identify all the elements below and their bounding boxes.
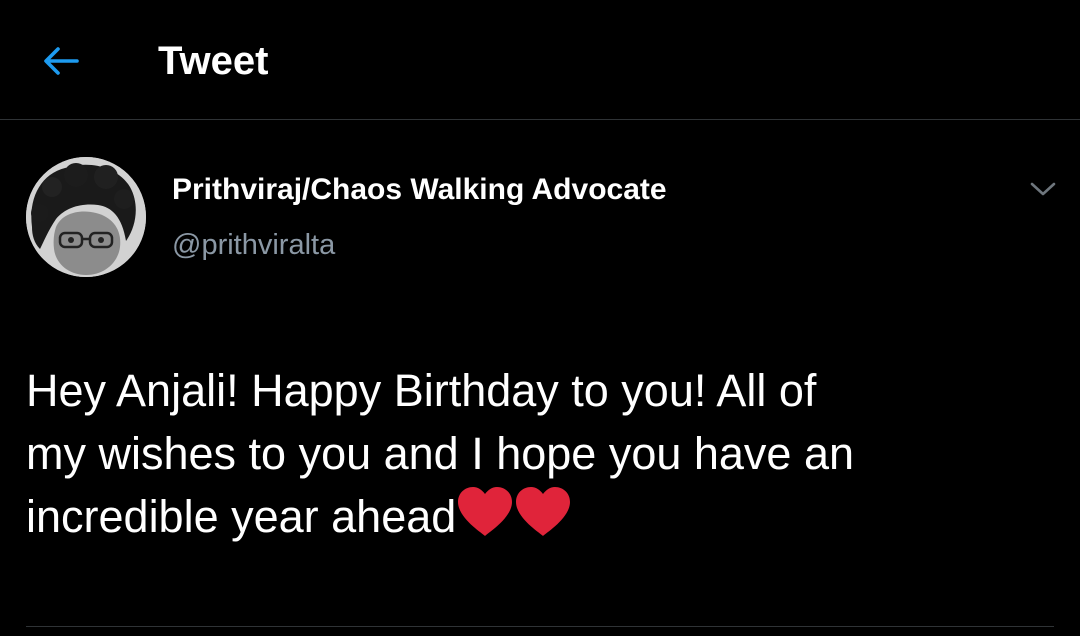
tweet-text-line: my wishes to you and I hope you have an xyxy=(26,428,855,479)
back-button[interactable] xyxy=(36,38,86,84)
red-heart-icon xyxy=(516,487,571,536)
author-display-name[interactable]: Prithviraj/Chaos Walking Advocate xyxy=(172,171,667,209)
top-bar: Tweet xyxy=(0,0,1080,120)
more-options-button[interactable] xyxy=(1020,171,1066,207)
tweet-card: Prithviraj/Chaos Walking Advocate @prith… xyxy=(0,121,1080,628)
chevron-down-icon xyxy=(1030,182,1056,196)
avatar-image xyxy=(26,157,146,277)
page-title: Tweet xyxy=(158,39,269,83)
tweet-text-line: incredible year ahead xyxy=(26,491,457,542)
tweet-text: Hey Anjali! Happy Birthday to you! All o… xyxy=(26,359,1036,548)
author-handle[interactable]: @prithviralta xyxy=(172,227,335,263)
tweet-text-line: Hey Anjali! Happy Birthday to you! All o… xyxy=(26,365,817,416)
avatar[interactable] xyxy=(26,157,146,277)
divider xyxy=(26,626,1054,627)
arrow-left-icon xyxy=(44,47,79,75)
red-heart-icon xyxy=(458,487,513,536)
